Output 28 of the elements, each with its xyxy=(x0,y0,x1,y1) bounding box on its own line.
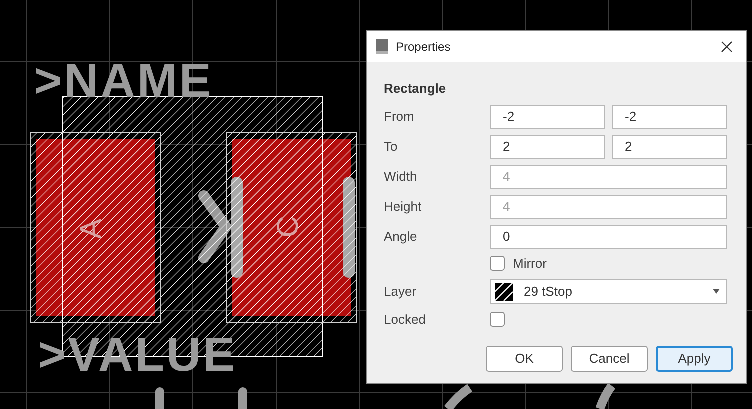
dialog-button[interactable]: Apply xyxy=(656,346,733,372)
input-field[interactable]: 2 xyxy=(490,134,605,158)
input-field[interactable]: -2 xyxy=(490,104,605,128)
field-label: Layer xyxy=(384,282,418,301)
window-title: Properties xyxy=(396,38,452,56)
input-field[interactable]: 0 xyxy=(490,224,727,248)
pad-label: A xyxy=(77,219,107,239)
field-label: Angle xyxy=(384,228,418,246)
dialog-button[interactable]: OK xyxy=(486,346,563,372)
book-icon xyxy=(376,39,388,54)
input-field[interactable]: 2 xyxy=(612,134,727,158)
field-label: Height xyxy=(384,198,423,216)
checkbox[interactable] xyxy=(490,312,505,327)
dialog-button[interactable]: Cancel xyxy=(571,346,648,372)
section-heading: Rectangle xyxy=(384,80,448,98)
field-label: Locked xyxy=(384,310,427,329)
name-label: >NAME xyxy=(34,58,214,106)
checkbox[interactable] xyxy=(490,256,505,271)
close-icon[interactable] xyxy=(721,40,733,52)
hatch-swatch-icon xyxy=(495,282,513,300)
pad-label: C xyxy=(274,216,304,238)
checkbox-label: Mirror xyxy=(513,254,547,273)
input-field[interactable]: -2 xyxy=(612,104,727,128)
layer-dropdown[interactable]: 29 tStop xyxy=(490,279,727,304)
field-label: From xyxy=(384,108,416,126)
dropdown-caret-icon xyxy=(713,289,720,294)
field-label: To xyxy=(384,138,399,156)
field-label: Width xyxy=(384,168,418,186)
